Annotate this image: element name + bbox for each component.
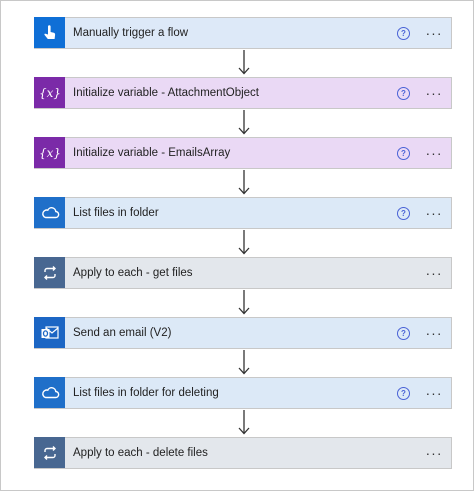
more-options-button[interactable]: ··· bbox=[425, 26, 443, 40]
step-title: List files in folder for deleting bbox=[73, 387, 219, 399]
variable-icon: {x} bbox=[34, 77, 65, 108]
more-options-button[interactable]: ··· bbox=[425, 326, 443, 340]
help-icon[interactable]: ? bbox=[397, 386, 410, 400]
hand-touch-icon bbox=[34, 17, 65, 48]
connector-arrow bbox=[237, 289, 251, 317]
loop-icon bbox=[34, 437, 65, 468]
step-title: List files in folder bbox=[73, 207, 159, 219]
connector-arrow bbox=[237, 229, 251, 257]
step-title: Apply to each - get files bbox=[73, 267, 193, 279]
flow-step-card[interactable]: Apply to each - get files ··· bbox=[34, 257, 452, 289]
cloud-icon bbox=[34, 377, 65, 408]
svg-text:{x}: {x} bbox=[39, 86, 61, 100]
step-title: Initialize variable - EmailsArray bbox=[73, 147, 231, 159]
more-options-button[interactable]: ··· bbox=[425, 266, 443, 280]
help-icon[interactable]: ? bbox=[397, 206, 410, 220]
flow-step-card[interactable]: List files in folder? ··· bbox=[34, 197, 452, 229]
connector-arrow bbox=[237, 49, 251, 77]
more-options-button[interactable]: ··· bbox=[425, 146, 443, 160]
variable-icon: {x} bbox=[34, 137, 65, 168]
cloud-icon bbox=[34, 197, 65, 228]
help-icon[interactable]: ? bbox=[397, 26, 410, 40]
connector-arrow bbox=[237, 169, 251, 197]
more-options-button[interactable]: ··· bbox=[425, 86, 443, 100]
loop-icon bbox=[34, 257, 65, 288]
svg-text:{x}: {x} bbox=[39, 146, 61, 160]
step-title: Apply to each - delete files bbox=[73, 447, 208, 459]
step-title: Send an email (V2) bbox=[73, 327, 172, 339]
connector-arrow bbox=[237, 109, 251, 137]
help-icon[interactable]: ? bbox=[397, 146, 410, 160]
outlook-icon bbox=[34, 317, 65, 348]
help-icon[interactable]: ? bbox=[397, 86, 410, 100]
connector-arrow bbox=[237, 349, 251, 377]
flow-canvas: Manually trigger a flow? ··· {x} Initialize… bbox=[0, 0, 474, 491]
flow-step-card[interactable]: List files in folder for deleting? ··· bbox=[34, 377, 452, 409]
flow-step-card[interactable]: {x} Initialize variable - AttachmentObjec… bbox=[34, 77, 452, 109]
flow-step-card[interactable]: Send an email (V2)? ··· bbox=[34, 317, 452, 349]
help-icon[interactable]: ? bbox=[397, 326, 410, 340]
flow-step-card[interactable]: Apply to each - delete files ··· bbox=[34, 437, 452, 469]
flow-step-card[interactable]: {x} Initialize variable - EmailsArray? ··· bbox=[34, 137, 452, 169]
flow-step-card[interactable]: Manually trigger a flow? ··· bbox=[34, 17, 452, 49]
more-options-button[interactable]: ··· bbox=[425, 386, 443, 400]
connector-arrow bbox=[237, 409, 251, 437]
more-options-button[interactable]: ··· bbox=[425, 446, 443, 460]
more-options-button[interactable]: ··· bbox=[425, 206, 443, 220]
step-title: Manually trigger a flow bbox=[73, 27, 189, 39]
step-title: Initialize variable - AttachmentObject bbox=[73, 87, 260, 99]
